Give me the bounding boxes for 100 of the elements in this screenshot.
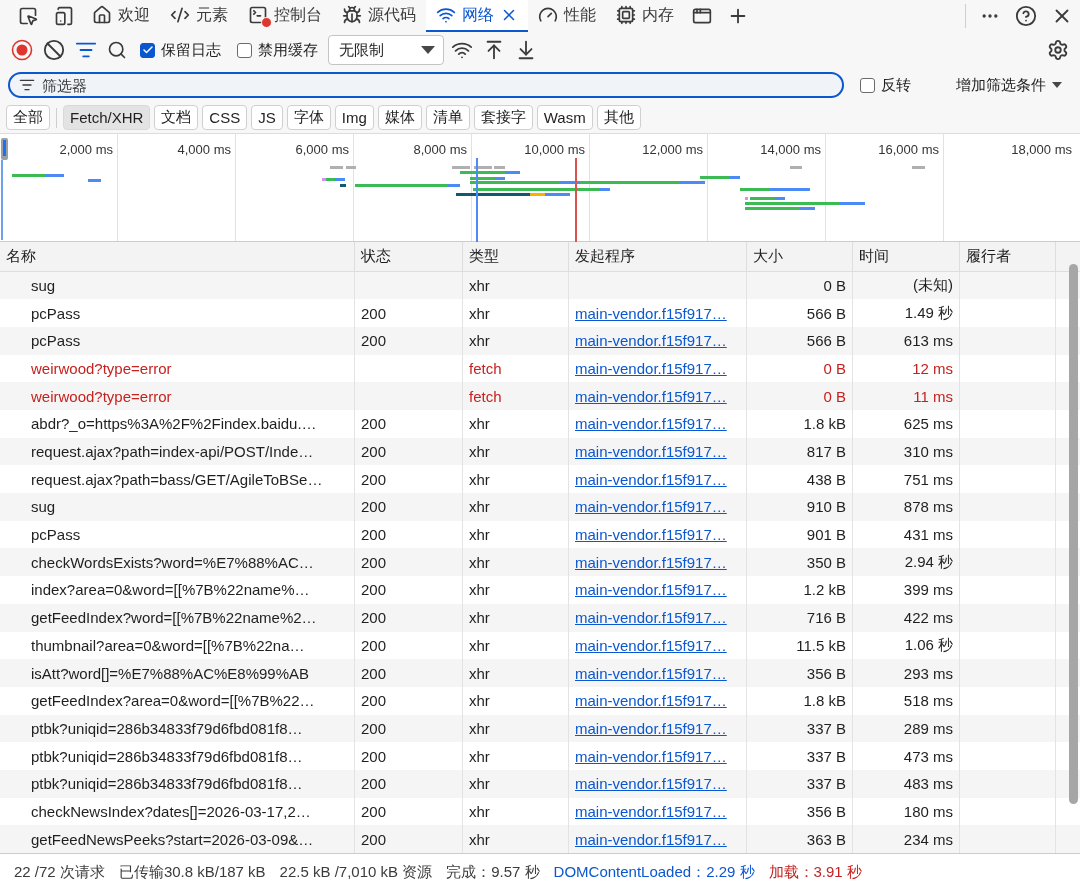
status-cell: 200 — [355, 659, 463, 687]
initiator-link[interactable]: main-vendor.f15f917… — [575, 692, 727, 710]
initiator-link[interactable]: main-vendor.f15f917… — [575, 636, 727, 654]
panel-tab[interactable]: 欢迎 — [82, 0, 160, 32]
type-filter-chip[interactable]: 字体 — [286, 105, 331, 130]
checkbox[interactable] — [860, 77, 875, 93]
request-name-cell[interactable]: ptbk?uniqid=286b34833f79d6fbd081f8… — [0, 742, 355, 770]
type-cell: xhr — [463, 299, 569, 327]
initiator-link[interactable]: main-vendor.f15f917… — [575, 415, 727, 433]
type-filter-chip[interactable]: 套接字 — [473, 105, 533, 130]
initiator-link[interactable]: main-vendor.f15f917… — [575, 359, 727, 377]
type-filter-chip[interactable]: 全部 — [6, 105, 50, 130]
request-name-cell[interactable]: abdr?_o=https%3A%2F%2Findex.baidu.… — [0, 410, 355, 438]
initiator-link[interactable]: main-vendor.f15f917… — [575, 553, 727, 571]
column-header[interactable]: 履行者 — [960, 242, 1056, 271]
checkbox[interactable] — [237, 42, 252, 58]
checkbox[interactable] — [140, 42, 155, 58]
status-text: 完成：9.57 秒 — [446, 863, 540, 882]
status-cell: 200 — [355, 299, 463, 327]
initiator-link[interactable]: main-vendor.f15f917… — [575, 443, 727, 461]
filter-icon — [19, 77, 35, 93]
request-name-cell[interactable]: isAtt?word[]=%E7%88%AC%E8%99%AB — [0, 659, 355, 687]
initiator-link[interactable]: main-vendor.f15f917… — [575, 775, 727, 793]
initiator-link[interactable]: main-vendor.f15f917… — [575, 470, 727, 488]
status-cell: 200 — [355, 410, 463, 438]
request-name-cell[interactable]: sug — [0, 493, 355, 521]
filter-field[interactable]: 筛选器 — [8, 72, 844, 98]
size-cell: 337 B — [747, 742, 853, 770]
request-name-cell[interactable]: getFeedIndex?word=[[%7B%22name%2… — [0, 603, 355, 632]
time-cell: 625 ms — [853, 410, 960, 438]
time-cell: 483 ms — [853, 769, 960, 798]
status-cell: 200 — [355, 576, 463, 604]
request-name-cell[interactable]: ptbk?uniqid=286b34833f79d6fbd081f8… — [0, 769, 355, 798]
initiator-link[interactable]: main-vendor.f15f917… — [575, 581, 727, 599]
type-filter-chip[interactable]: 清单 — [425, 105, 470, 130]
type-filter-chip[interactable]: 媒体 — [377, 105, 422, 130]
type-filter-chip[interactable]: Fetch/XHR — [63, 105, 151, 130]
panel-tab[interactable]: 网络 — [426, 0, 528, 32]
column-header[interactable]: 时间 — [853, 242, 960, 271]
initiator-link[interactable]: main-vendor.f15f917… — [575, 304, 727, 322]
column-header[interactable]: 状态 — [355, 242, 463, 271]
panel-tab[interactable]: 性能 — [528, 0, 606, 32]
type-cell: xhr — [463, 576, 569, 604]
request-name-cell[interactable]: pcPass — [0, 299, 355, 327]
throttling-dropdown[interactable]: 无限制 — [328, 35, 444, 65]
initiator-link[interactable]: main-vendor.f15f917… — [575, 609, 727, 627]
initiator-link[interactable]: main-vendor.f15f917… — [575, 498, 727, 516]
time-cell: 613 ms — [853, 326, 960, 355]
type-cell: xhr — [463, 326, 569, 355]
more-filters-dropdown[interactable]: 增加筛选条件 — [950, 74, 1068, 96]
column-header[interactable]: 名称 — [0, 242, 355, 271]
request-name-cell[interactable]: pcPass — [0, 326, 355, 355]
home-icon — [92, 5, 112, 25]
initiator-link[interactable]: main-vendor.f15f917… — [575, 332, 727, 350]
request-name-cell[interactable]: index?area=0&word=[[%7B%22name%… — [0, 576, 355, 604]
initiator-link[interactable]: main-vendor.f15f917… — [575, 387, 727, 405]
status-cell: 200 — [355, 686, 463, 715]
panel-tab[interactable]: 元素 — [160, 0, 238, 32]
type-cell: xhr — [463, 493, 569, 521]
initiator-link[interactable]: main-vendor.f15f917… — [575, 719, 727, 737]
status-text: 加载：3.91 秒 — [768, 863, 862, 882]
status-cell: 200 — [355, 493, 463, 521]
initiator-link[interactable]: main-vendor.f15f917… — [575, 664, 727, 682]
type-cell: xhr — [463, 742, 569, 770]
bug-icon — [342, 5, 362, 25]
type-filter-chip[interactable]: Wasm — [536, 105, 593, 130]
type-filter-chip[interactable]: 文档 — [154, 105, 199, 130]
panel-tab[interactable]: 源代码 — [332, 0, 426, 32]
column-header[interactable]: 类型 — [463, 242, 569, 271]
type-filter-chip[interactable]: 其他 — [596, 105, 641, 130]
inspect-icon[interactable] — [18, 6, 38, 26]
time-tick-label: 10,000 ms — [524, 142, 585, 157]
time-tick-label: 8,000 ms — [413, 142, 467, 157]
type-filter-chip[interactable]: JS — [251, 105, 283, 130]
device-icon[interactable] — [54, 6, 74, 26]
scrollbar-thumb[interactable] — [1069, 264, 1078, 804]
type-filter-chip[interactable]: Img — [334, 105, 374, 130]
time-cell: 878 ms — [853, 493, 960, 521]
initiator-link[interactable]: main-vendor.f15f917… — [575, 830, 727, 848]
type-filter-chip[interactable]: CSS — [202, 105, 248, 130]
status-text: 已传输30.8 kB/187 kB — [118, 863, 266, 882]
status-cell: 200 — [355, 326, 463, 355]
initiator-link[interactable]: main-vendor.f15f917… — [575, 526, 727, 544]
type-cell: xhr — [463, 686, 569, 715]
initiator-link[interactable]: main-vendor.f15f917… — [575, 802, 727, 820]
help-icon[interactable] — [1015, 5, 1037, 27]
column-header[interactable]: 大小 — [747, 242, 853, 271]
size-cell: 910 B — [747, 493, 853, 521]
initiator-link[interactable]: main-vendor.f15f917… — [575, 747, 727, 765]
checkbox-label: 反转 — [881, 75, 911, 95]
panel-tab[interactable]: 控制台 — [238, 0, 332, 32]
request-name-cell[interactable]: getFeedIndex?area=0&word=[[%7B%22… — [0, 686, 355, 715]
checkbox-label: 禁用缓存 — [258, 40, 318, 60]
panel-tab[interactable]: 内存 — [606, 0, 684, 32]
type-cell: xhr — [463, 659, 569, 687]
size-cell: 716 B — [747, 603, 853, 632]
time-tick-label: 6,000 ms — [295, 142, 349, 157]
size-cell: 1.8 kB — [747, 410, 853, 438]
column-header[interactable]: 发起程序 — [569, 242, 747, 271]
window-icon[interactable] — [692, 6, 712, 26]
